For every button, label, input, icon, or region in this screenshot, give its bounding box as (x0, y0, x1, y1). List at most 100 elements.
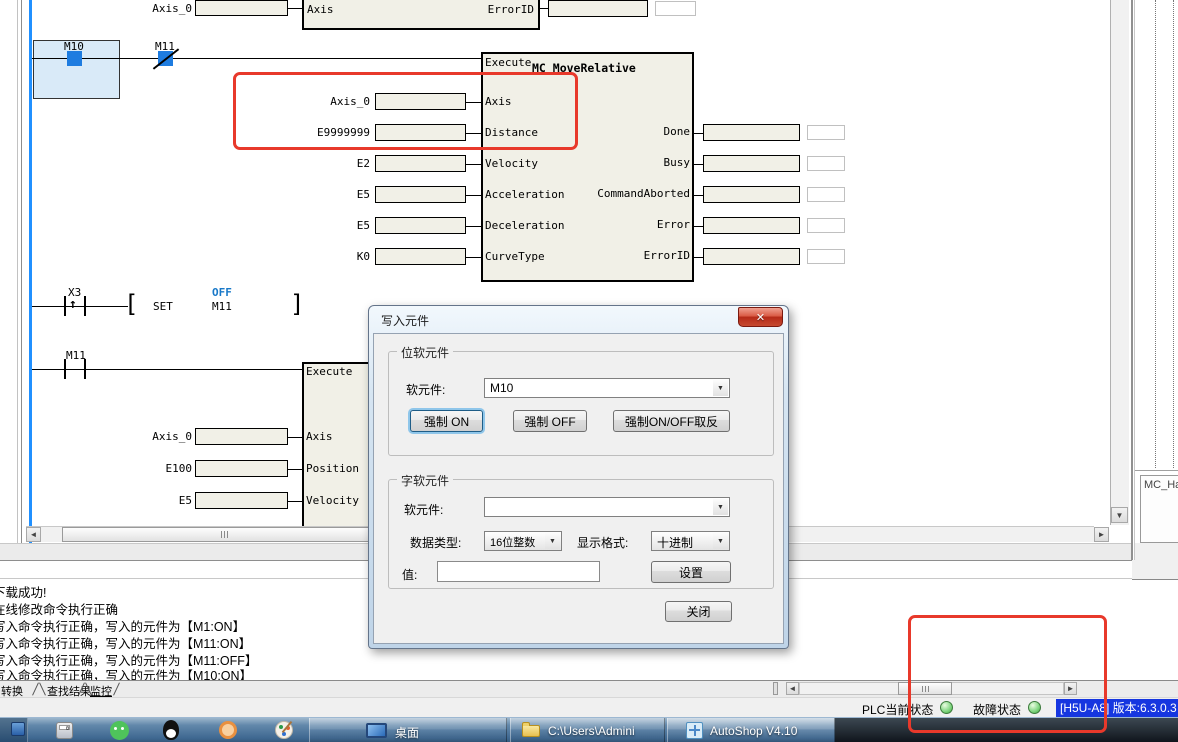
word-device-combobox[interactable]: ▼ (484, 497, 730, 517)
desktop-icon (366, 723, 387, 738)
wire (694, 195, 703, 196)
bit-device-value: M10 (490, 381, 513, 395)
annotation-rect-inputs (233, 72, 578, 150)
contact-m10-on[interactable] (67, 51, 82, 66)
chevron-down-icon[interactable]: ▼ (713, 380, 728, 396)
qq-icon[interactable] (163, 720, 179, 740)
contact-bar[interactable] (84, 359, 86, 379)
calculator-icon[interactable]: 0 (56, 722, 73, 739)
thumb-grip (224, 531, 225, 538)
contact-bar[interactable] (84, 296, 86, 316)
pin-label: Deceleration (485, 219, 564, 232)
contacts-icon[interactable] (219, 721, 237, 739)
editor-left-border (17, 0, 18, 543)
operand-label[interactable]: K0 (290, 250, 370, 263)
wire (288, 469, 302, 470)
dialog-close-button[interactable]: ✕ (738, 307, 783, 327)
set-button[interactable]: 设置 (651, 561, 731, 583)
operand-label[interactable]: E5 (112, 494, 192, 507)
operand-label[interactable]: Axis_0 (112, 2, 192, 15)
operand-box[interactable] (375, 155, 466, 172)
force-off-button[interactable]: 强制 OFF (513, 410, 587, 432)
pin-label: Execute (485, 56, 531, 69)
contact-bar[interactable] (64, 359, 66, 379)
chevron-down-icon[interactable]: ▼ (713, 499, 728, 515)
power-rail (29, 0, 32, 543)
contact-label: M11 (66, 349, 86, 362)
contact-bar[interactable] (64, 296, 66, 316)
operand-box[interactable] (703, 248, 800, 265)
operand-box[interactable] (195, 460, 288, 477)
datatype-combobox[interactable]: 16位整数 ▼ (484, 531, 562, 551)
autoshop-icon (686, 722, 703, 739)
monitor-box (807, 249, 845, 264)
operand-box[interactable] (703, 155, 800, 172)
word-device-label: 软元件: (404, 501, 443, 518)
bit-device-combobox[interactable]: M10 ▼ (484, 378, 730, 398)
dialog-client: 位软元件 软元件: M10 ▼ 强制 ON 强制 OFF 强制ON/OFF取反 … (373, 333, 784, 644)
set-operand[interactable]: M11 (212, 300, 232, 313)
h-scroll-thumb[interactable] (62, 527, 390, 542)
force-toggle-button[interactable]: 强制ON/OFF取反 (613, 410, 730, 432)
monitor-box (655, 1, 696, 16)
autoshop-window: Axis_0 Axis ErrorID M10 M11 Execute MC_M… (0, 0, 1178, 742)
operand-box[interactable] (548, 0, 648, 17)
scroll-down-button[interactable]: ▼ (1111, 507, 1128, 523)
operand-box[interactable] (195, 492, 288, 509)
operand-box[interactable] (195, 428, 288, 445)
scroll-right-button[interactable]: ► (1094, 527, 1109, 542)
wire (288, 437, 302, 438)
operand-label[interactable]: E100 (112, 462, 192, 475)
pin-label: Axis (306, 430, 333, 443)
operand-label[interactable]: E5 (290, 219, 370, 232)
operand-box[interactable] (703, 186, 800, 203)
pin-label: CommandAborted (560, 187, 690, 200)
wire (288, 8, 302, 9)
bit-device-label: 软元件: (406, 381, 445, 398)
pin-label: CurveType (485, 250, 545, 263)
chevron-down-icon[interactable]: ▼ (713, 533, 728, 549)
rising-edge-icon: ↑ (69, 297, 77, 312)
log-splitter-grip[interactable] (773, 682, 778, 695)
monitor-box (807, 187, 845, 202)
set-instruction[interactable]: SET (153, 300, 173, 313)
log-scroll-left-button[interactable]: ◄ (786, 682, 799, 695)
bit-group-title: 位软元件 (397, 344, 453, 361)
scroll-left-button[interactable]: ◄ (26, 527, 41, 542)
paint-palette-icon[interactable] (275, 721, 293, 739)
dialog-close-action-button[interactable]: 关闭 (665, 601, 732, 622)
panel-splitter[interactable] (1131, 0, 1133, 560)
thumb-grip (227, 531, 228, 538)
operand-label[interactable]: E5 (290, 188, 370, 201)
force-on-button[interactable]: 强制 ON (410, 410, 483, 432)
value-label: 值: (402, 566, 417, 583)
panel-dotted-col (1173, 0, 1174, 468)
operand-box[interactable] (703, 217, 800, 234)
monitor-box (807, 125, 845, 140)
operand-label[interactable]: Axis_0 (112, 430, 192, 443)
value-input[interactable] (437, 561, 600, 582)
operand-box[interactable] (375, 248, 466, 265)
panel-corner (1132, 560, 1178, 580)
chevron-down-icon[interactable]: ▼ (545, 533, 560, 549)
editor-left-border2 (21, 0, 22, 543)
wire (694, 164, 703, 165)
wire (540, 8, 548, 9)
operand-label[interactable]: E2 (290, 157, 370, 170)
wire (466, 195, 481, 196)
operand-box[interactable] (703, 124, 800, 141)
toolbox-item[interactable]: MC_Ha (1140, 475, 1178, 543)
panel-dotted-col (1155, 0, 1156, 468)
pinned-app-icon[interactable] (11, 722, 25, 736)
panel-footer (1135, 543, 1178, 560)
v-scrollbar[interactable] (1110, 0, 1129, 525)
operand-box[interactable] (375, 217, 466, 234)
pin-label: Velocity (485, 157, 538, 170)
word-group-title: 字软元件 (397, 472, 453, 489)
operand-box[interactable] (195, 0, 288, 16)
wechat-icon[interactable] (110, 721, 129, 740)
wire (694, 133, 703, 134)
format-combobox[interactable]: 十进制 ▼ (651, 531, 730, 551)
operand-box[interactable] (375, 186, 466, 203)
datatype-label: 数据类型: (410, 534, 461, 551)
